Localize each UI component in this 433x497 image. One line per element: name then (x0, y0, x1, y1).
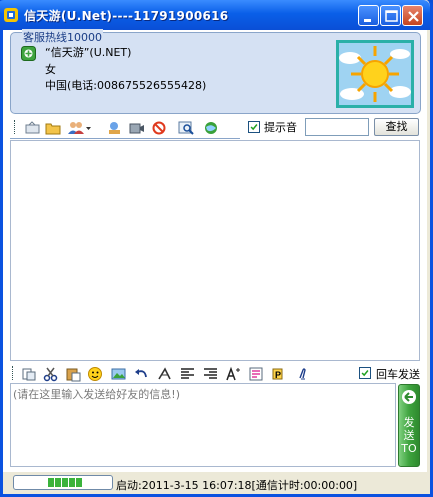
send-button-label: 发送TO (401, 416, 417, 455)
app-logo-icon (4, 8, 18, 22)
maximize-icon (385, 10, 398, 22)
title-bar[interactable]: 信天游(U.Net)----11791900616 (0, 0, 430, 30)
undo-icon[interactable] (133, 366, 150, 382)
enter-send-label: 回车发送 (376, 368, 420, 381)
bold-icon[interactable]: P (271, 366, 288, 382)
window-title: 信天游(U.Net)----11791900616 (24, 9, 229, 23)
toolbar-grip[interactable] (12, 366, 15, 380)
block-icon[interactable] (151, 120, 168, 136)
font-icon[interactable] (225, 366, 242, 382)
video-icon[interactable] (128, 120, 145, 136)
progress-segment (69, 478, 75, 487)
close-icon (408, 11, 419, 22)
minimize-icon (364, 19, 371, 22)
chat-history-area[interactable] (10, 140, 420, 361)
add-contact-icon[interactable] (67, 120, 93, 136)
folder-icon[interactable] (45, 120, 62, 136)
enter-send-checkbox[interactable] (359, 367, 371, 379)
sound-prompt-label: 提示音 (264, 121, 297, 134)
online-status-icon (21, 46, 36, 61)
progress-segment (62, 478, 68, 487)
clear-icon[interactable] (156, 366, 173, 382)
sound-prompt-checkbox[interactable] (248, 121, 260, 133)
color-icon[interactable] (248, 366, 265, 382)
contact-name: “信天游”(U.NET) (45, 46, 132, 59)
search-input[interactable] (305, 118, 369, 136)
progress-segment (48, 478, 54, 487)
copy-icon[interactable] (20, 366, 37, 382)
send-file-icon[interactable] (24, 120, 41, 136)
minimize-button[interactable] (358, 5, 379, 26)
status-text: 启动:2011-3-15 16:07:18[通信计时:00:00:00] (116, 479, 358, 492)
toolbar-grip[interactable] (14, 120, 17, 134)
search-history-icon[interactable] (178, 120, 195, 136)
align-left-icon[interactable] (179, 366, 196, 382)
paste-icon[interactable] (65, 366, 82, 382)
progress-segment (55, 478, 61, 487)
cut-icon[interactable] (42, 366, 59, 382)
input-toolbar (10, 363, 340, 383)
send-arrow-icon (402, 390, 416, 404)
progress-segment (76, 478, 82, 487)
message-placeholder: (请在这里输入发送给好友的信息!) (13, 388, 180, 401)
avatar[interactable] (336, 40, 414, 108)
contact-gender: 女 (45, 63, 56, 76)
user-info-icon[interactable] (106, 120, 123, 136)
screenshot-icon[interactable] (110, 366, 127, 382)
align-right-icon[interactable] (202, 366, 219, 382)
emoticon-icon[interactable] (87, 366, 104, 382)
close-button[interactable] (402, 5, 423, 26)
hotline-label: 客服热线10000 (22, 29, 103, 45)
find-button[interactable]: 查找 (374, 118, 419, 136)
web-icon[interactable] (203, 120, 220, 136)
maximize-button[interactable] (380, 5, 401, 26)
contact-location: 中国(电话:008675526555428) (45, 79, 207, 92)
clip-icon[interactable] (294, 366, 311, 382)
svg-text:P: P (275, 370, 281, 380)
